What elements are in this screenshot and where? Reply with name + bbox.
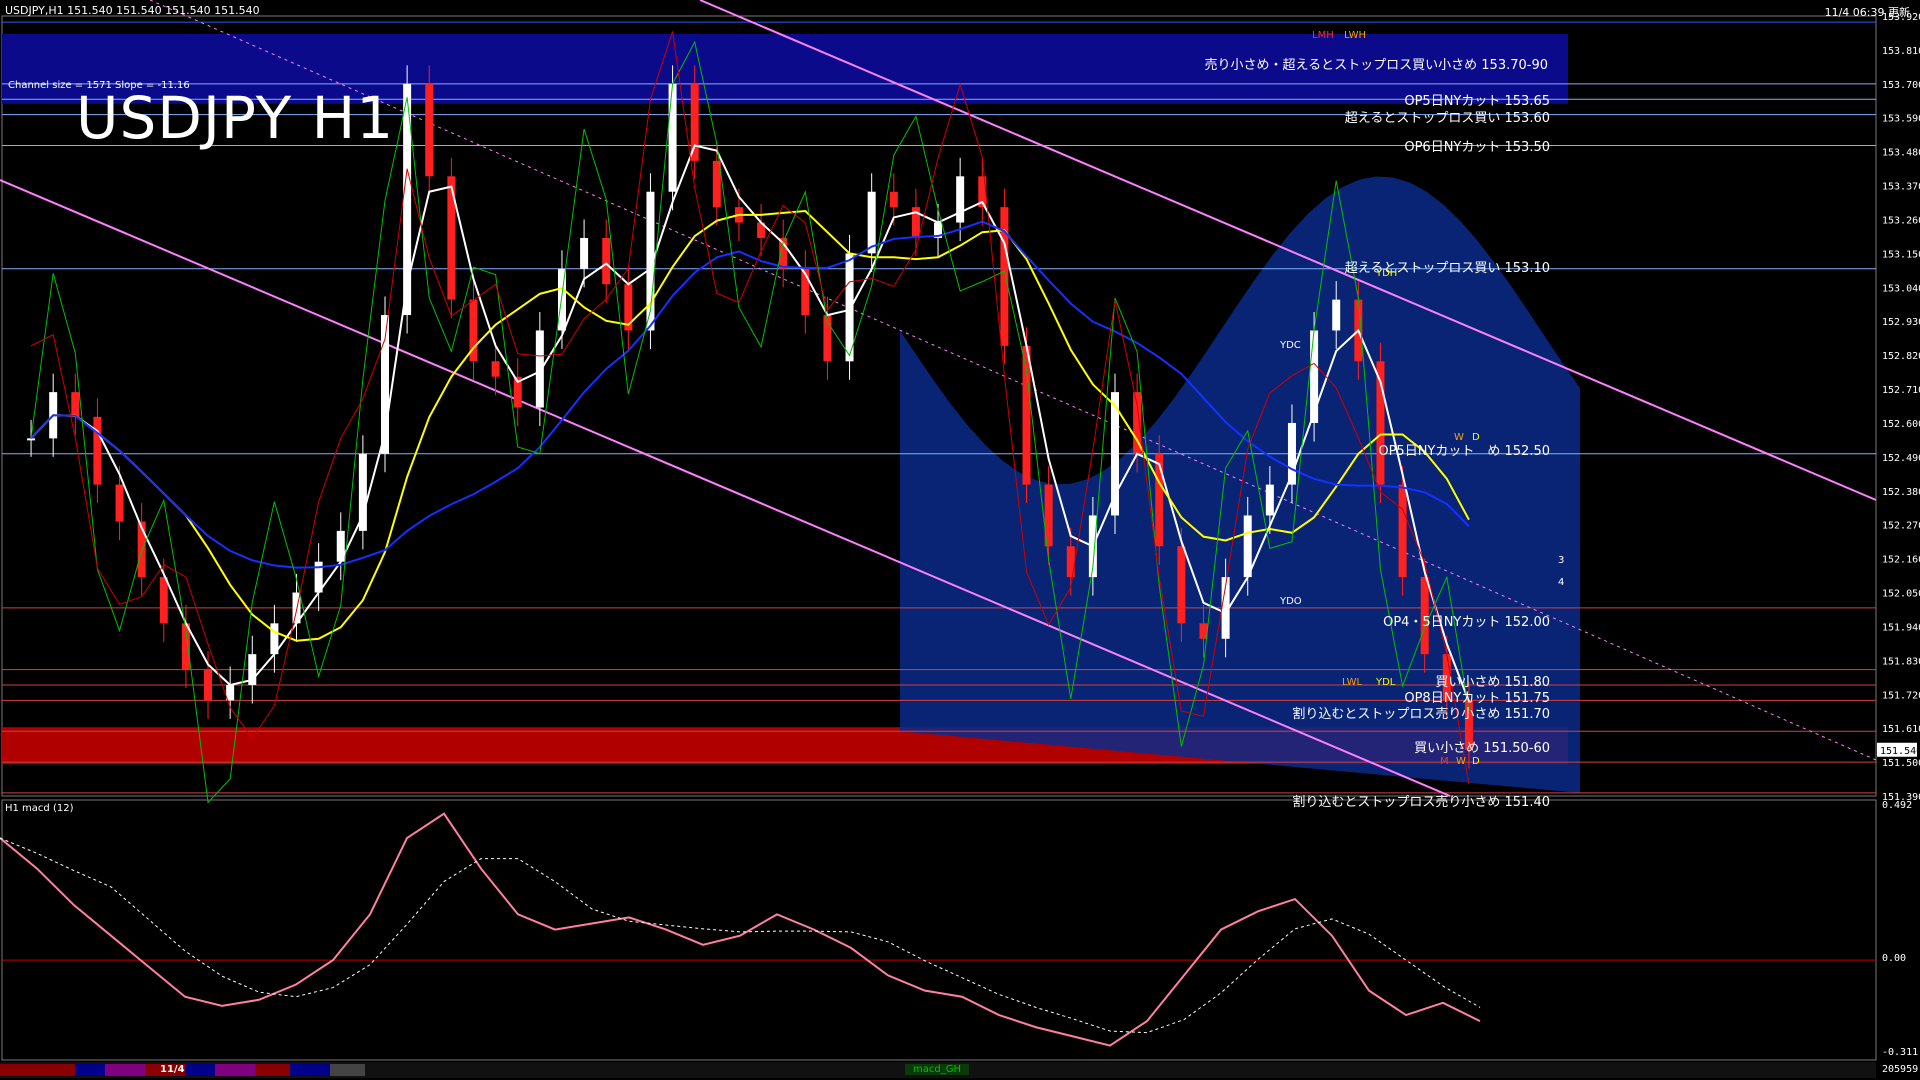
label-ydc: YDC: [1280, 340, 1301, 351]
current-price-label: 151.540: [1880, 746, 1920, 757]
annotation-sell-band: 売り小さめ・超えるとストップロス買い小さめ 153.70-90: [1204, 58, 1548, 73]
candle-body: [71, 392, 80, 417]
strip-segment: [105, 1064, 145, 1076]
y-tick-label: 153.590: [1882, 114, 1920, 125]
y-tick-label: 151.720: [1882, 690, 1920, 701]
macd-tag: macd_GH: [905, 1064, 969, 1075]
candle-body: [1310, 330, 1319, 423]
label-lwl: LWL: [1342, 677, 1363, 688]
update-datetime: 11/4 06:39 更新: [1824, 6, 1910, 19]
y-tick-label: 152.820: [1882, 351, 1920, 362]
y-tick-label: 152.380: [1882, 487, 1920, 498]
macd-zero-value: 0.00: [1882, 953, 1907, 964]
y-tick-label: 152.490: [1882, 453, 1920, 464]
symbol-info: USDJPY,H1 151.540 151.540 151.540 151.54…: [5, 4, 260, 17]
y-tick-label: 152.270: [1882, 521, 1920, 532]
candle-body: [580, 237, 589, 269]
y-tick-label: 152.160: [1882, 555, 1920, 566]
candle-body: [1022, 345, 1031, 485]
y-tick-label: 151.500: [1882, 758, 1920, 769]
strip-segment: [330, 1064, 365, 1076]
candle-body: [1332, 299, 1341, 331]
macd-panel-frame: [1, 799, 1877, 1061]
candle-body: [1243, 515, 1252, 578]
strip-segment: [255, 1064, 290, 1076]
candle-body: [690, 83, 699, 161]
macd-line: [0, 812, 1481, 1047]
label-d-1: D: [1472, 432, 1480, 443]
candle-body: [115, 484, 124, 522]
strip-segment: [75, 1064, 105, 1076]
footer-value: 205959: [1882, 1064, 1919, 1075]
candle-body: [867, 191, 876, 254]
candle-body: [956, 176, 965, 223]
label-d-2: D: [1472, 756, 1480, 767]
candle-body: [889, 191, 898, 208]
label-4: 4: [1558, 577, 1565, 588]
annotation-op6-cut: OP6日NYカット 153.50: [1404, 140, 1550, 155]
label-m-2: M: [1440, 756, 1449, 767]
strip-segment: [185, 1064, 215, 1076]
price-chart[interactable]: 151.540153.920153.810153.700153.590153.4…: [0, 0, 1920, 1080]
strip-segment: [215, 1064, 255, 1076]
candle-body: [93, 416, 102, 485]
label-ydo: YDO: [1280, 596, 1302, 607]
macd-label: H1 macd (12): [5, 803, 74, 814]
macd-top-value: 0.492: [1882, 800, 1913, 811]
annotation-buy-band: 買い小さめ 151.50-60: [1414, 741, 1550, 756]
annotation-stop-buy-1: 超えるとストップロス買い 153.60: [1344, 111, 1550, 126]
candle-body: [1265, 484, 1274, 516]
label-lmh: LMH: [1312, 30, 1334, 41]
label-w-2: W: [1456, 756, 1466, 767]
label-ydl: YDL: [1376, 677, 1396, 688]
annotation-op45-cut: OP4・5日NYカット 152.00: [1383, 615, 1550, 630]
candle-body: [668, 83, 677, 192]
y-tick-label: 152.930: [1882, 317, 1920, 328]
candle-body: [535, 330, 544, 408]
y-tick-label: 152.050: [1882, 589, 1920, 600]
macd-bottom-value: -0.311: [1882, 1047, 1919, 1058]
label-w-1: W: [1454, 432, 1464, 443]
strip-segment: [0, 1064, 75, 1076]
candle-body: [1000, 207, 1009, 346]
y-tick-label: 153.260: [1882, 215, 1920, 226]
label-3: 3: [1558, 555, 1565, 566]
annotation-stop-sell: 割り込むとストップロス売り小さめ 151.70: [1292, 707, 1550, 722]
y-tick-label: 153.150: [1882, 249, 1920, 260]
y-tick-label: 152.710: [1882, 385, 1920, 396]
y-tick-label: 151.940: [1882, 622, 1920, 633]
y-tick-label: 153.700: [1882, 80, 1920, 91]
date-tag: 11/4: [160, 1064, 185, 1075]
y-tick-label: 151.830: [1882, 656, 1920, 667]
candle-body: [1177, 546, 1186, 624]
annotation-op5-cut-2: OP5日NYカット め 152.50: [1378, 444, 1550, 459]
candle-body: [1398, 484, 1407, 578]
candle-body: [27, 438, 36, 441]
y-tick-label: 153.480: [1882, 148, 1920, 159]
y-tick-label: 153.040: [1882, 283, 1920, 294]
y-tick-label: 153.370: [1882, 182, 1920, 193]
y-tick-label: 152.600: [1882, 419, 1920, 430]
y-tick-label: 153.810: [1882, 46, 1920, 57]
candle-body: [491, 361, 500, 377]
label-lwh: LWH: [1344, 30, 1367, 41]
candle-body: [204, 669, 213, 701]
candle-body: [425, 83, 434, 177]
candle-body: [602, 237, 611, 285]
strip-segment: [290, 1064, 330, 1076]
candle-body: [557, 268, 566, 331]
candle-body: [159, 577, 168, 624]
y-tick-label: 151.610: [1882, 724, 1920, 735]
chart-title: USDJPY H1: [76, 84, 395, 152]
label-ydh: YDH: [1376, 268, 1398, 279]
annotation-stop-sell-2: 割り込むとストップロス売り小さめ 151.40: [1292, 795, 1550, 810]
